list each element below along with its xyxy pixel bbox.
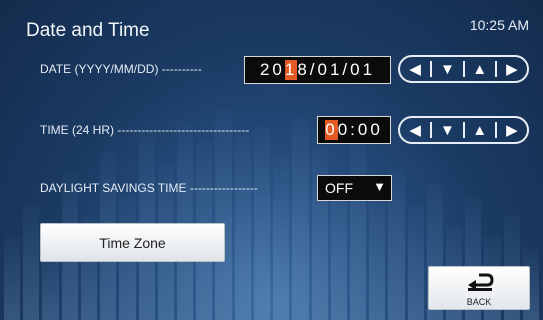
dst-label: DAYLIGHT SAVINGS TIME ----------------- <box>40 181 258 195</box>
right-arrow-icon[interactable]: ▶ <box>497 57 527 81</box>
right-arrow-icon[interactable]: ▶ <box>497 118 527 142</box>
up-arrow-icon[interactable]: ▲ <box>465 57 495 81</box>
time-value-field[interactable]: 0 0:00 <box>317 116 391 144</box>
date-time-screen: Date and Time 10:25 AM DATE (YYYY/MM/DD)… <box>0 0 543 320</box>
left-arrow-icon[interactable]: ◀ <box>400 57 430 81</box>
up-arrow-icon[interactable]: ▲ <box>465 118 495 142</box>
left-arrow-icon[interactable]: ◀ <box>400 118 430 142</box>
time-zone-button-label: Time Zone <box>99 234 166 251</box>
back-return-icon <box>465 272 495 297</box>
time-label: TIME (24 HR) ---------------------------… <box>40 123 250 137</box>
date-value-field[interactable]: 20 1 8/01/01 <box>244 56 391 84</box>
date-label: DATE (YYYY/MM/DD) ---------- <box>40 62 202 76</box>
date-cursor-digit: 1 <box>284 60 298 80</box>
time-zone-button[interactable]: Time Zone <box>40 223 225 262</box>
date-value-before-cursor: 20 <box>259 60 285 79</box>
chevron-down-icon: ▼ <box>373 179 386 194</box>
down-arrow-icon[interactable]: ▼ <box>432 57 462 81</box>
dst-select[interactable]: OFF ▼ <box>317 175 392 201</box>
clock: 10:25 AM <box>469 17 529 33</box>
time-value-after-cursor: 0:00 <box>337 120 383 139</box>
dst-selected-value: OFF <box>325 180 353 196</box>
time-arrow-controls: ◀ ▼ ▲ ▶ <box>398 116 529 144</box>
date-arrow-controls: ◀ ▼ ▲ ▶ <box>398 55 529 83</box>
time-cursor-digit: 0 <box>325 120 338 140</box>
back-button[interactable]: BACK <box>428 266 530 310</box>
back-button-label: BACK <box>466 297 492 307</box>
down-arrow-icon[interactable]: ▼ <box>432 118 462 142</box>
date-value-after-cursor: 8/01/01 <box>297 60 376 79</box>
page-title: Date and Time <box>26 20 150 41</box>
